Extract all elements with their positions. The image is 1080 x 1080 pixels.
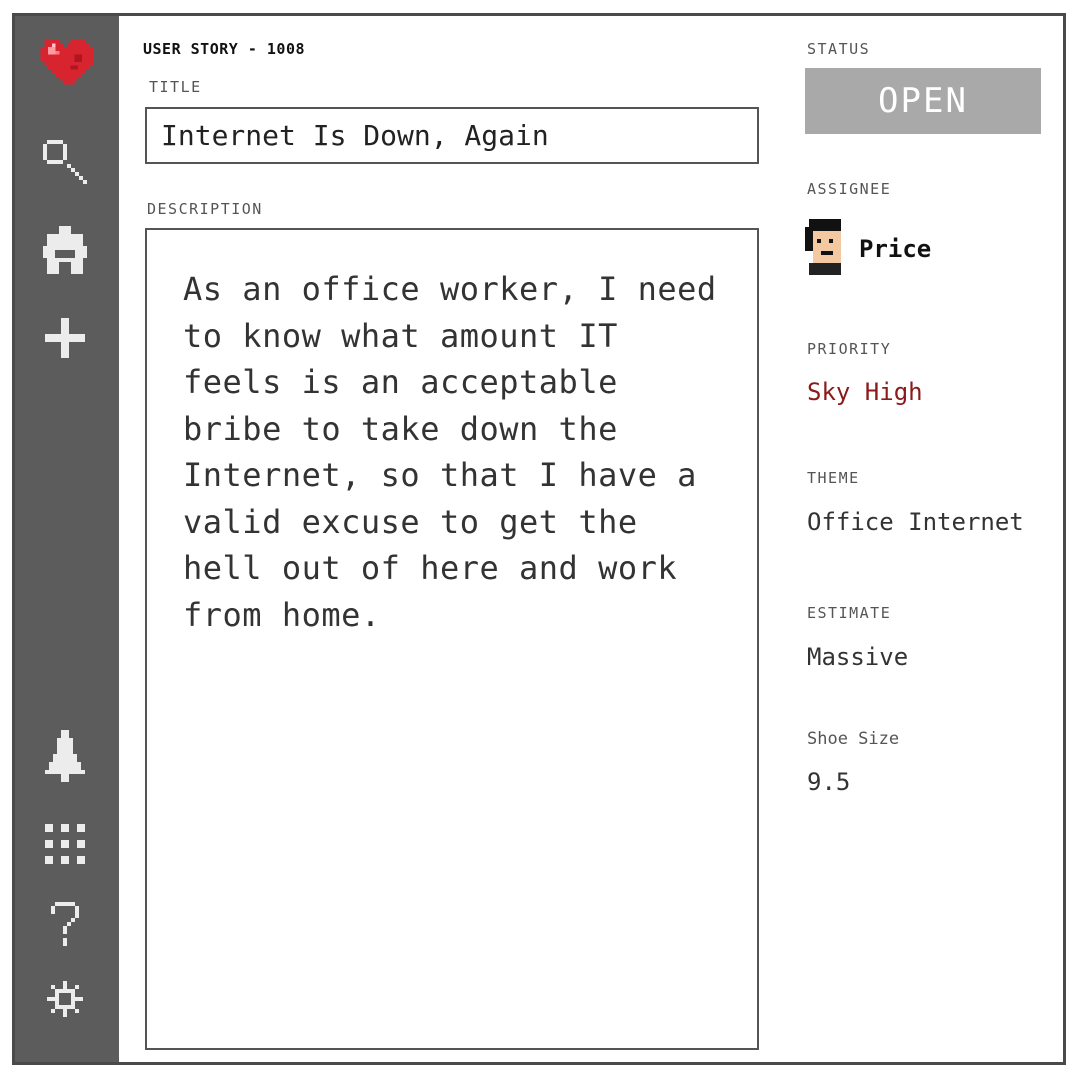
theme-label: THEME: [807, 469, 860, 487]
sidebar: [15, 16, 119, 1062]
heart-logo-icon[interactable]: [37, 34, 93, 90]
settings-gear-icon[interactable]: [37, 971, 93, 1027]
priority-label: PRIORITY: [807, 340, 892, 358]
search-icon[interactable]: [37, 134, 93, 190]
shoe-size-value[interactable]: 9.5: [807, 768, 850, 796]
story-window: USER STORY - 1008 TITLE Internet Is Down…: [12, 13, 1066, 1065]
status-label: STATUS: [807, 40, 871, 58]
title-input[interactable]: Internet Is Down, Again: [145, 107, 759, 164]
theme-value[interactable]: Office Internet: [807, 508, 1024, 536]
plus-icon[interactable]: [37, 310, 93, 366]
help-icon[interactable]: [37, 896, 93, 952]
title-label: TITLE: [149, 78, 202, 96]
bell-icon[interactable]: [37, 728, 93, 784]
story-id: USER STORY - 1008: [143, 40, 306, 58]
assignee-field[interactable]: Price: [805, 219, 931, 279]
estimate-label: ESTIMATE: [807, 604, 892, 622]
apps-grid-icon[interactable]: [37, 816, 93, 872]
puzzle-icon[interactable]: [37, 222, 93, 278]
status-button[interactable]: OPEN: [805, 68, 1041, 134]
assignee-name: Price: [859, 235, 932, 263]
story-main: USER STORY - 1008 TITLE Internet Is Down…: [119, 16, 1063, 1062]
avatar: [805, 219, 845, 279]
description-textarea[interactable]: As an office worker, I need to know what…: [145, 228, 759, 1050]
assignee-label: ASSIGNEE: [807, 180, 892, 198]
description-label: DESCRIPTION: [147, 200, 263, 218]
shoe-size-label: Shoe Size: [807, 729, 900, 749]
estimate-value[interactable]: Massive: [807, 643, 908, 671]
priority-value[interactable]: Sky High: [807, 378, 923, 406]
